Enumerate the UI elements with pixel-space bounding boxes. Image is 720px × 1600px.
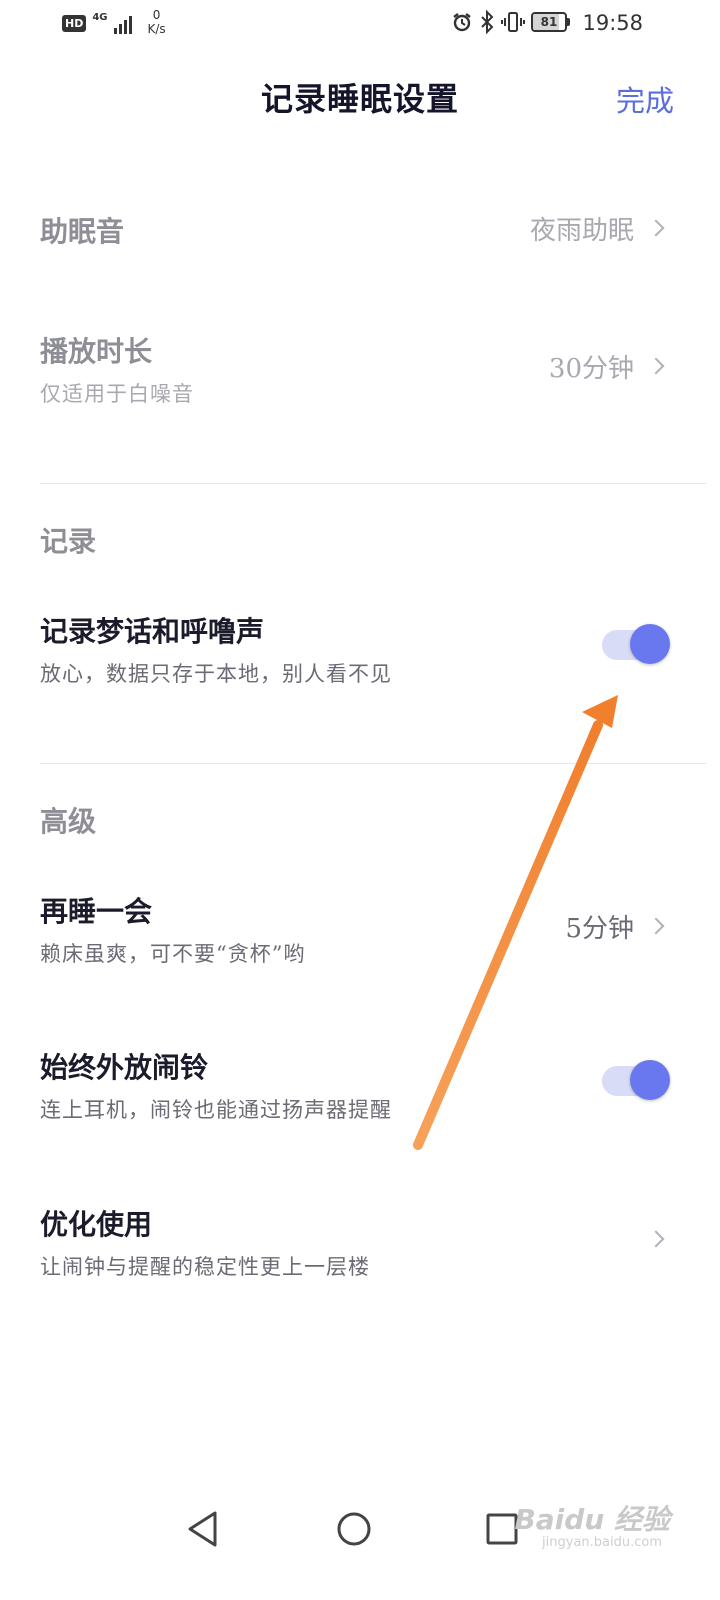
watermark-url: jingyan.baidu.com [542, 1535, 662, 1550]
bluetooth-icon [481, 10, 494, 34]
clock: 19:58 [582, 11, 643, 35]
snooze-row[interactable]: 再睡一会 赖床虽爽，可不要“贪杯”哟 5分钟 [40, 890, 680, 970]
signal-icon [113, 12, 132, 34]
play-duration-row[interactable]: 播放时长 仅适用于白噪音 30分钟 [40, 330, 680, 410]
status-left: HD 4G 0 K/s [62, 8, 166, 36]
record-sleep-talk-title: 记录梦话和呼噜声 [40, 615, 265, 648]
toggle-knob [630, 624, 670, 664]
toggle-knob [630, 1060, 670, 1100]
sleep-sound-value: 夜雨助眠 [529, 216, 634, 246]
record-sleep-talk-subtitle: 放心，数据只存于本地，别人看不见 [40, 662, 392, 686]
speaker-alarm-row: 始终外放闹铃 连上耳机，闹铃也能通过扬声器提醒 [40, 1046, 680, 1126]
optimize-title: 优化使用 [40, 1208, 153, 1241]
home-icon[interactable] [336, 1510, 372, 1548]
speaker-alarm-title: 始终外放闹铃 [40, 1051, 209, 1084]
status-bar: HD 4G 0 K/s 81 19:58 [0, 0, 720, 50]
network-indicator: 4G [92, 8, 107, 23]
battery-icon: 81 [531, 12, 570, 32]
record-sleep-talk-row: 记录梦话和呼噜声 放心，数据只存于本地，别人看不见 [40, 610, 680, 690]
page-title: 记录睡眠设置 [260, 80, 459, 118]
status-right: 81 [451, 10, 570, 34]
sleep-sound-row[interactable]: 助眠音 夜雨助眠 [40, 210, 680, 250]
hd-badge: HD [62, 15, 87, 32]
speaker-alarm-subtitle: 连上耳机，闹铃也能通过扬声器提醒 [40, 1098, 392, 1122]
divider [40, 483, 706, 484]
done-button[interactable]: 完成 [616, 78, 674, 120]
record-sleep-talk-toggle[interactable] [602, 624, 670, 664]
watermark-logo: Baidu 经验 [514, 1503, 670, 1536]
speaker-alarm-toggle[interactable] [602, 1060, 670, 1100]
back-icon[interactable] [186, 1510, 220, 1548]
vibrate-icon [501, 12, 525, 32]
speed-value: 0 [152, 8, 161, 22]
alarm-icon [453, 13, 471, 32]
snooze-value: 5分钟 [565, 914, 634, 944]
optimize-row[interactable]: 优化使用 让闹钟与提醒的稳定性更上一层楼 [40, 1203, 680, 1283]
section-advanced-label: 高级 [40, 805, 97, 838]
network-type: 4G [92, 12, 108, 23]
optimize-subtitle: 让闹钟与提醒的稳定性更上一层楼 [40, 1255, 370, 1279]
battery-level: 81 [540, 15, 558, 29]
network-speed: 0 K/s [148, 8, 166, 36]
play-duration-value: 30分钟 [548, 354, 634, 384]
divider [40, 763, 706, 764]
speed-unit: K/s [147, 22, 166, 36]
section-record-label: 记录 [40, 525, 97, 558]
